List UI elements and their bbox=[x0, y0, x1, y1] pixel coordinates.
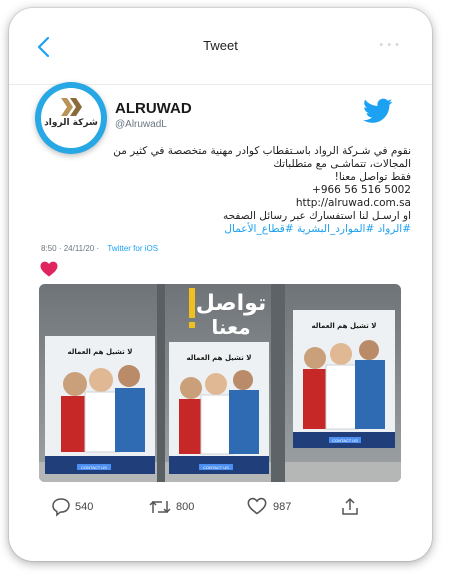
like-count: 987 bbox=[273, 501, 292, 513]
more-options-icon[interactable]: ••• bbox=[378, 40, 402, 51]
avatar-logo: شركة الرواد bbox=[41, 88, 101, 148]
tweet-card: Tweet ••• شركة الرواد ALRUWAD @AlruwadL … bbox=[9, 8, 432, 561]
tweet-line: المجالات، تتماشـى مع متطلباتك bbox=[273, 158, 411, 170]
tweet-phone: +966 56 516 5002 bbox=[312, 184, 411, 196]
avatar-brand-text: شركة الرواد bbox=[44, 118, 98, 128]
tweet-link[interactable]: http://alruwad.com.sa bbox=[39, 197, 411, 210]
reply-icon bbox=[52, 498, 70, 517]
tweet-date: 24/11/20 bbox=[63, 244, 95, 253]
account-handle[interactable]: @AlruwadL bbox=[115, 119, 167, 130]
share-icon bbox=[342, 497, 358, 515]
tweet-source[interactable]: Twitter for iOS bbox=[107, 244, 158, 253]
tweet-line: نقوم في شـركة الرواد باسـتقطاب كوادر مهن… bbox=[113, 145, 411, 157]
heart-icon[interactable] bbox=[40, 261, 58, 277]
poster-right bbox=[293, 310, 395, 448]
poster-contact-button: CONTACT US bbox=[332, 438, 358, 443]
tweet-text: نقوم في شـركة الرواد باسـتقطاب كوادر مهن… bbox=[39, 145, 411, 236]
tweet-meta: 8:50 · 24/11/20 · Twitter for iOS bbox=[41, 244, 159, 253]
top-bar: Tweet ••• bbox=[9, 8, 432, 85]
avatar[interactable]: شركة الرواد bbox=[35, 82, 107, 154]
tweet-time: 8:50 bbox=[41, 244, 57, 253]
like-icon bbox=[247, 497, 267, 515]
account-name[interactable]: ALRUWAD bbox=[115, 100, 192, 117]
reply-button[interactable]: 540 bbox=[51, 497, 111, 519]
twitter-bird-icon bbox=[363, 98, 393, 123]
poster-left bbox=[45, 336, 155, 474]
photo-banner-line1: تواصل bbox=[196, 291, 267, 316]
page-title: Tweet bbox=[203, 38, 238, 53]
retweet-icon bbox=[149, 500, 171, 514]
action-bar: 540 800 987 bbox=[9, 497, 432, 521]
photo-scene: تواصل معنا لا تشيل هم العماله لا تشيل هم… bbox=[39, 284, 401, 482]
tweet-photo[interactable]: تواصل معنا لا تشيل هم العماله لا تشيل هم… bbox=[39, 284, 401, 482]
share-button[interactable] bbox=[341, 497, 361, 519]
poster-contact-button: CONTACT US bbox=[203, 465, 229, 470]
retweet-button[interactable]: 800 bbox=[149, 497, 215, 519]
photo-banner-line2: معنا bbox=[211, 315, 250, 339]
poster-contact-button: CONTACT US bbox=[81, 465, 107, 470]
poster-headline: لا تشيل هم العماله bbox=[312, 322, 377, 330]
alruwad-logo-icon bbox=[61, 98, 82, 116]
exclamation-mark-icon bbox=[189, 288, 195, 318]
tweet-line: فقط تواصل معنا! bbox=[334, 171, 411, 183]
like-button[interactable]: 987 bbox=[247, 497, 309, 519]
retweet-count: 800 bbox=[176, 501, 195, 513]
reply-count: 540 bbox=[75, 501, 94, 513]
tweet-line: او ارسـل لنا استفسارك عبر رسائل الصفحه bbox=[223, 210, 411, 222]
tweet-hashtags[interactable]: #الرواد #الموارد_البشرية #قطاع_الأعمال bbox=[39, 223, 411, 236]
poster-headline: لا تشيل هم العماله bbox=[68, 348, 133, 356]
poster-headline: لا تشيل هم العماله bbox=[187, 354, 252, 362]
